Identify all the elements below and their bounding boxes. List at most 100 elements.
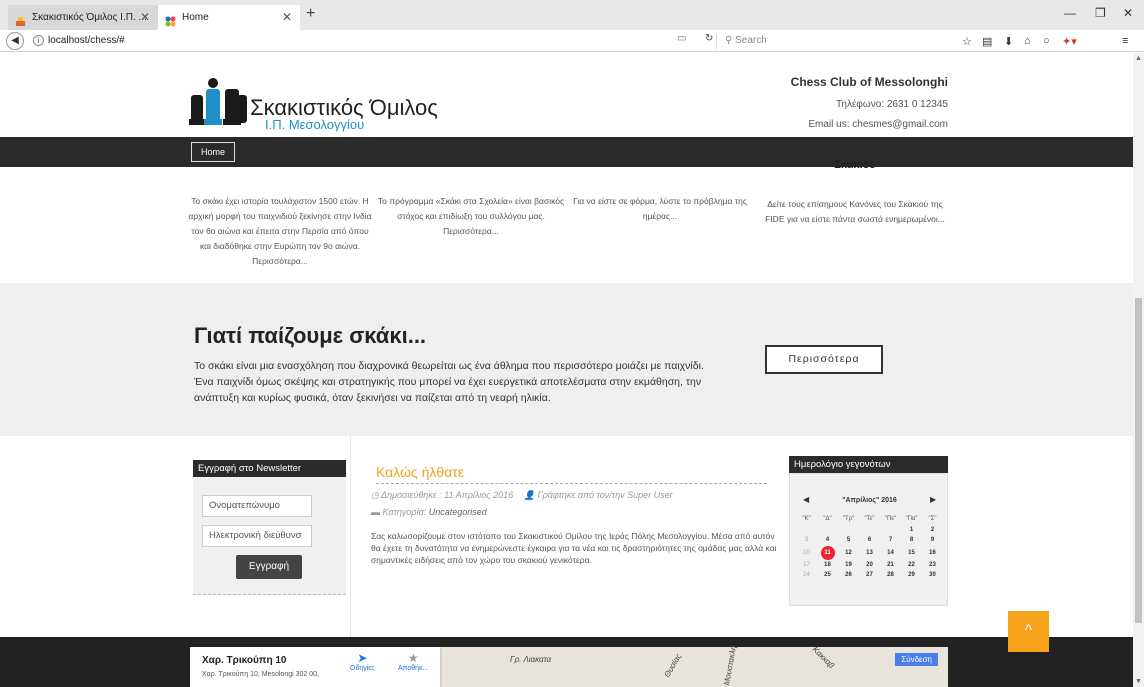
site-logo[interactable]: Σκακιστικός Όμιλος Ι.Π. Μεσολογγίου bbox=[187, 75, 467, 132]
next-month-icon[interactable]: ▶ bbox=[930, 495, 936, 504]
calendar-day[interactable]: 16 bbox=[922, 546, 943, 560]
content-area: Εγγραφή στο Newsletter Ονοματεπώνυμο Ηλε… bbox=[0, 436, 1133, 637]
home-icon[interactable]: ⌂ bbox=[1024, 35, 1031, 47]
folder-icon: ▬ bbox=[371, 507, 383, 517]
category-link[interactable]: Uncategorised bbox=[429, 507, 487, 517]
calendar-day[interactable]: 24 bbox=[796, 570, 817, 581]
calendar-day[interactable]: 10 bbox=[796, 546, 817, 560]
more-button[interactable]: Περισσότερα bbox=[765, 345, 883, 374]
email-field[interactable]: Ηλεκτρονική διεύθυνσ bbox=[202, 525, 312, 547]
calendar-day[interactable]: 28 bbox=[880, 570, 901, 581]
article: Καλώς ήλθατε ◷ Δημοσιεύθηκε : 11 Απρίλιο… bbox=[350, 436, 780, 637]
clock-icon: ◷ bbox=[371, 490, 382, 500]
addon-icon[interactable]: ✦▾ bbox=[1062, 35, 1077, 48]
search-placeholder: Search bbox=[735, 35, 767, 46]
calendar-day[interactable]: 12 bbox=[838, 546, 859, 560]
article-title[interactable]: Καλώς ήλθατε bbox=[376, 464, 767, 484]
calendar-day[interactable]: 6 bbox=[859, 535, 880, 546]
calendar-day bbox=[859, 525, 880, 536]
why-title: Γιατί παίζουμε σκάκι... bbox=[194, 323, 427, 348]
footer: Γρ. Λιακατα Θυσίας Μουστακλή Κακκαβ Χαρ.… bbox=[0, 637, 1133, 687]
calendar-day[interactable]: 21 bbox=[880, 560, 901, 571]
street-label: Μουστακλή bbox=[722, 644, 738, 687]
calendar-day[interactable]: 2 bbox=[922, 525, 943, 536]
back-button[interactable]: ◀ bbox=[6, 32, 24, 50]
calendar-day[interactable]: 7 bbox=[880, 535, 901, 546]
menu-item-home[interactable]: Home bbox=[191, 142, 236, 162]
directions-button[interactable]: ➤ Οδηγίες bbox=[350, 651, 375, 672]
calendar-day bbox=[817, 525, 838, 536]
calendar-day[interactable]: 8 bbox=[901, 535, 922, 546]
calendar-day[interactable]: 20 bbox=[859, 560, 880, 571]
chat-icon[interactable]: ○ bbox=[1043, 35, 1050, 47]
weekday-label: "Σ" bbox=[928, 516, 937, 523]
calendar-day[interactable]: 19 bbox=[838, 560, 859, 571]
calendar-title: Ημερολόγιο γεγονότων bbox=[789, 456, 948, 473]
web-page: Σκακιστικός Όμιλος Ι.Π. Μεσολογγίου Ches… bbox=[0, 53, 1133, 687]
calendar-day[interactable]: 1 bbox=[901, 525, 922, 536]
calendar-day[interactable]: 3 bbox=[796, 535, 817, 546]
calendar-day[interactable]: 29 bbox=[901, 570, 922, 581]
calendar-day[interactable]: 15 bbox=[901, 546, 922, 560]
street-label: Κακκαβ bbox=[810, 644, 837, 671]
weekday-label: "Πε" bbox=[884, 516, 897, 523]
feature-schools: Το πρόγραμμα «Σκάκι στα Σχολεία» είναι β… bbox=[376, 194, 566, 239]
menu-icon[interactable]: ≡ bbox=[1122, 35, 1128, 47]
reload-icon[interactable]: ↻ bbox=[705, 33, 713, 44]
joomla-favicon-icon bbox=[165, 12, 176, 27]
calendar-day[interactable]: 26 bbox=[838, 570, 859, 581]
weekday-label: "Πα" bbox=[905, 516, 918, 523]
map-login-button[interactable]: Σύνδεση bbox=[895, 653, 938, 666]
published-date: Δημοσιεύθηκε : 11 Απρίλιος 2016 bbox=[381, 490, 514, 500]
calendar-day[interactable]: 30 bbox=[922, 570, 943, 581]
google-map[interactable]: Γρ. Λιακατα Θυσίας Μουστακλή Κακκαβ Χαρ.… bbox=[190, 644, 948, 687]
search-input[interactable]: ⚲ Search bbox=[716, 33, 946, 49]
reading-list-icon[interactable]: ▤ bbox=[982, 35, 992, 48]
calendar-day[interactable]: 22 bbox=[901, 560, 922, 571]
scroll-up-icon[interactable]: ▲ bbox=[1135, 55, 1142, 62]
close-tab-icon[interactable]: ✕ bbox=[282, 5, 292, 30]
tab-chess-club[interactable]: Σκακιστικός Όμιλος Ι.Π. ... ✕ bbox=[8, 5, 158, 30]
restore-icon[interactable]: ❐ bbox=[1095, 6, 1106, 20]
scroll-down-icon[interactable]: ▼ bbox=[1135, 678, 1142, 685]
calendar-day[interactable]: 11 bbox=[817, 545, 838, 560]
close-window-icon[interactable]: ✕ bbox=[1123, 6, 1133, 20]
name-field[interactable]: Ονοματεπώνυμο bbox=[202, 495, 312, 517]
feature-text: Δείτε τους επίσημους Κανόνες του Σκακιού… bbox=[765, 199, 945, 224]
tab-label: Σκακιστικός Όμιλος Ι.Π. ... bbox=[32, 12, 147, 23]
feature-text: Για να είστε σε φόρμα, λύστε το πρόβλημα… bbox=[573, 196, 747, 221]
reader-view-icon[interactable]: ▭ bbox=[677, 33, 686, 44]
user-icon: 👤 bbox=[523, 490, 538, 500]
tab-home[interactable]: Home ✕ bbox=[158, 5, 300, 30]
weekday-label: "Τε" bbox=[864, 516, 875, 523]
calendar-day[interactable]: 27 bbox=[859, 570, 880, 581]
calendar-day[interactable]: 9 bbox=[922, 535, 943, 546]
week-row: 17 18 19 20 21 22 23 bbox=[796, 560, 943, 571]
subscribe-button[interactable]: Εγγραφή bbox=[236, 555, 302, 579]
calendar-day[interactable]: 18 bbox=[817, 560, 838, 571]
minimize-icon[interactable]: — bbox=[1064, 6, 1076, 20]
scroll-to-top-button[interactable]: ^ bbox=[1008, 611, 1049, 652]
calendar-day[interactable]: 14 bbox=[880, 546, 901, 560]
calendar-day[interactable]: 13 bbox=[859, 546, 880, 560]
calendar-day[interactable]: 5 bbox=[838, 535, 859, 546]
calendar-day[interactable]: 17 bbox=[796, 560, 817, 571]
close-tab-icon[interactable]: ✕ bbox=[140, 5, 150, 30]
main-menu: Home bbox=[0, 137, 1133, 167]
tab-strip: Σκακιστικός Όμιλος Ι.Π. ... ✕ Home ✕ + —… bbox=[0, 0, 1144, 30]
save-button[interactable]: ★ Αποθήκ... bbox=[398, 651, 428, 672]
tab-label: Home bbox=[182, 12, 209, 23]
download-icon[interactable]: ⬇ bbox=[1004, 35, 1013, 48]
email-text: Email us: chesmes@gmail.com bbox=[808, 119, 948, 130]
events-calendar: ◀ "Απρίλιος" 2016 ▶ "Κ" "Δ" "Τρ" "Τε" "Πε" "Π… bbox=[789, 473, 948, 606]
calendar-day[interactable]: 23 bbox=[922, 560, 943, 571]
week-row: 10 11 12 13 14 15 16 bbox=[796, 545, 943, 560]
week-row: 12 bbox=[796, 525, 943, 536]
calendar-day[interactable]: 25 bbox=[817, 570, 838, 581]
info-icon[interactable]: i bbox=[33, 35, 44, 46]
page-scrollbar[interactable]: ▲ ▼ bbox=[1133, 53, 1144, 687]
star-icon[interactable]: ☆ bbox=[962, 35, 972, 48]
new-tab-button[interactable]: + bbox=[306, 5, 315, 23]
scroll-thumb[interactable] bbox=[1135, 298, 1142, 623]
calendar-day[interactable]: 4 bbox=[817, 535, 838, 546]
